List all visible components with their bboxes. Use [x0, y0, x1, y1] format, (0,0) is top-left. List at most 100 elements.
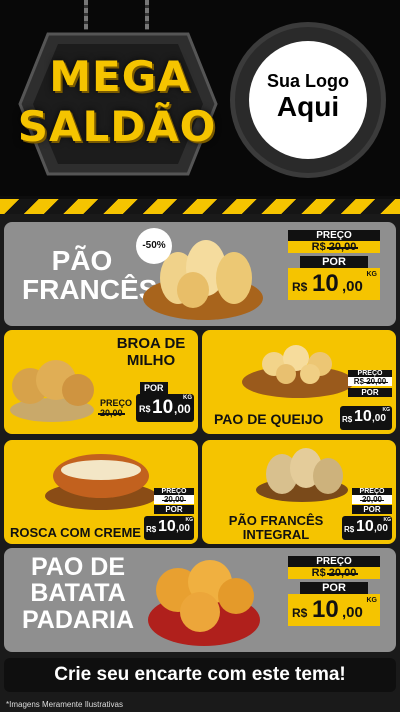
corn-bread-icon — [10, 360, 94, 422]
product-name: ROSCA COM CREME — [10, 525, 141, 540]
price-dec: ,00 — [174, 402, 191, 416]
price-dec: ,00 — [342, 604, 363, 621]
product-name-line2: INTEGRAL — [242, 527, 310, 543]
currency: R$ — [311, 241, 326, 253]
price-block: PREÇO R$ 20,00 POR R$ 10 ,00 KG — [288, 556, 380, 626]
old-price-value: 20,00 — [326, 241, 358, 253]
price-int: 10 — [152, 397, 174, 418]
unit-kg: KG — [383, 517, 392, 523]
product-card-broa-de-milho[interactable]: BROA DE MILHO POR PREÇO 20,00 R$ 10 ,00 … — [4, 330, 198, 434]
whole-wheat-bread-icon — [256, 448, 348, 502]
old-price: 20,00 — [154, 495, 194, 504]
old-price-value: 20,00 — [161, 495, 187, 504]
label-preco: PREÇO — [154, 488, 194, 495]
product-name-line3: PADARIA — [21, 605, 135, 634]
price-int: 10 — [158, 518, 176, 535]
product-name-line1: BROA DE — [116, 335, 186, 352]
unit-kg: KG — [366, 597, 378, 604]
price-int: 10 — [356, 518, 374, 535]
old-price: PREÇO 20,00 — [98, 398, 133, 418]
discount-badge: -50% — [136, 228, 172, 264]
potato-bread-bowl-icon — [148, 560, 260, 646]
old-price: R$ 20,00 — [348, 377, 392, 386]
currency: R$ — [353, 377, 364, 386]
logo-text-line2: Aqui — [276, 91, 340, 122]
price-block: PREÇO R$ 20,00 POR — [348, 370, 392, 397]
unit-kg: KG — [185, 517, 194, 523]
label-preco: PREÇO — [352, 488, 392, 495]
price-block: PREÇO 20,00 POR — [154, 488, 194, 514]
price-dec: ,00 — [176, 523, 190, 534]
product-name: PÃO FRANCÊS — [22, 245, 158, 306]
logo-placeholder[interactable]: Sua Logo Aqui — [230, 22, 386, 178]
old-price-value: 20,00 — [359, 495, 385, 504]
new-price: R$ 10 ,00 KG — [136, 394, 194, 422]
old-price-value: 20,00 — [364, 377, 389, 386]
new-price: R$ 10 ,00 KG — [288, 268, 380, 300]
label-preco: PREÇO — [348, 370, 392, 377]
label-preco: PREÇO — [100, 398, 133, 408]
product-name: BROA DE MILHO — [108, 335, 194, 369]
label-por: POR — [140, 382, 168, 394]
product-name-line2: BATATA — [30, 579, 126, 608]
label-preco: PREÇO — [288, 556, 380, 567]
new-price: R$ 10 ,00 KG — [342, 516, 392, 540]
currency: R$ — [342, 415, 353, 424]
label-por: POR — [352, 505, 392, 514]
new-price: R$ 10 ,00 KG — [288, 594, 380, 626]
title-mega: MEGA — [49, 52, 191, 101]
product-card-pao-frances-integral[interactable]: PREÇO 20,00 POR R$ 10 ,00 KG PÃO FRANCÊS… — [202, 440, 396, 544]
product-name-line1: PAO DE — [31, 553, 125, 581]
hazard-stripes — [0, 199, 400, 214]
old-price-value: 20,00 — [326, 567, 358, 579]
logo-circle: Sua Logo Aqui — [249, 41, 367, 159]
product-card-rosca-com-creme[interactable]: PREÇO 20,00 POR R$ 10 ,00 KG ROSCA COM C… — [4, 440, 198, 544]
price-block: PREÇO 20,00 POR — [352, 488, 392, 514]
new-price: R$ 10 ,00 KG — [340, 406, 392, 430]
price-dec: ,00 — [372, 413, 386, 424]
label-por: POR — [154, 505, 194, 514]
footnote: *Imagens Meramente Ilustrativas — [6, 700, 123, 709]
currency: R$ — [146, 525, 157, 534]
label-por: POR — [300, 582, 368, 594]
header-banner: MEGA SALDÃO Sua Logo Aqui — [0, 0, 400, 196]
product-name-line2: MILHO — [126, 351, 176, 369]
price-dec: ,00 — [374, 523, 388, 534]
currency: R$ — [292, 606, 308, 620]
cheese-bread-basket-icon — [242, 345, 354, 398]
currency: R$ — [139, 404, 151, 414]
product-name: PAO DE BATATA PADARIA — [18, 554, 138, 633]
product-name-line2: FRANCÊS — [22, 274, 158, 306]
currency: R$ — [311, 567, 326, 579]
new-price: R$ 10 ,00 KG — [144, 516, 194, 540]
price-block: PREÇO R$ 20,00 POR R$ 10 ,00 KG — [288, 230, 380, 300]
product-card-pao-de-queijo[interactable]: PREÇO R$ 20,00 POR R$ 10 ,00 KG PAO DE Q… — [202, 330, 396, 434]
price-int: 10 — [354, 408, 372, 425]
unit-kg: KG — [183, 395, 192, 401]
product-grid: PÃO FRANCÊS -50% PREÇO R$ 20,00 POR R$ 1… — [0, 214, 400, 712]
label-por: POR — [348, 388, 392, 397]
price-int: 10 — [312, 270, 339, 297]
logo-text-line1: Sua Logo — [267, 71, 349, 91]
unit-kg: KG — [382, 407, 391, 413]
price-dec: ,00 — [342, 278, 363, 295]
old-price: R$ 20,00 — [288, 241, 380, 253]
old-price: 20,00 — [352, 495, 392, 504]
product-name: PÃO FRANCÊS INTEGRAL — [224, 513, 328, 543]
currency: R$ — [292, 280, 308, 294]
sweet-bread-icon — [45, 454, 157, 510]
label-preco: PREÇO — [288, 230, 380, 241]
product-name-line1: PÃO FRANCÊS — [228, 513, 324, 528]
cta-banner[interactable]: Crie seu encarte com este tema! — [4, 658, 396, 692]
currency: R$ — [344, 525, 355, 534]
old-price-value: 20,00 — [98, 408, 125, 418]
label-por: POR — [300, 256, 368, 268]
product-card-pao-frances[interactable]: PÃO FRANCÊS -50% PREÇO R$ 20,00 POR R$ 1… — [4, 222, 396, 326]
unit-kg: KG — [366, 271, 378, 278]
product-name-line1: PÃO — [51, 245, 113, 276]
old-price: R$ 20,00 — [288, 567, 380, 579]
title-saldao: SALDÃO — [17, 102, 217, 151]
product-card-pao-de-batata[interactable]: PAO DE BATATA PADARIA PREÇO R$ 20,00 POR… — [4, 548, 396, 652]
price-int: 10 — [312, 596, 339, 623]
product-name: PAO DE QUEIJO — [214, 411, 324, 427]
